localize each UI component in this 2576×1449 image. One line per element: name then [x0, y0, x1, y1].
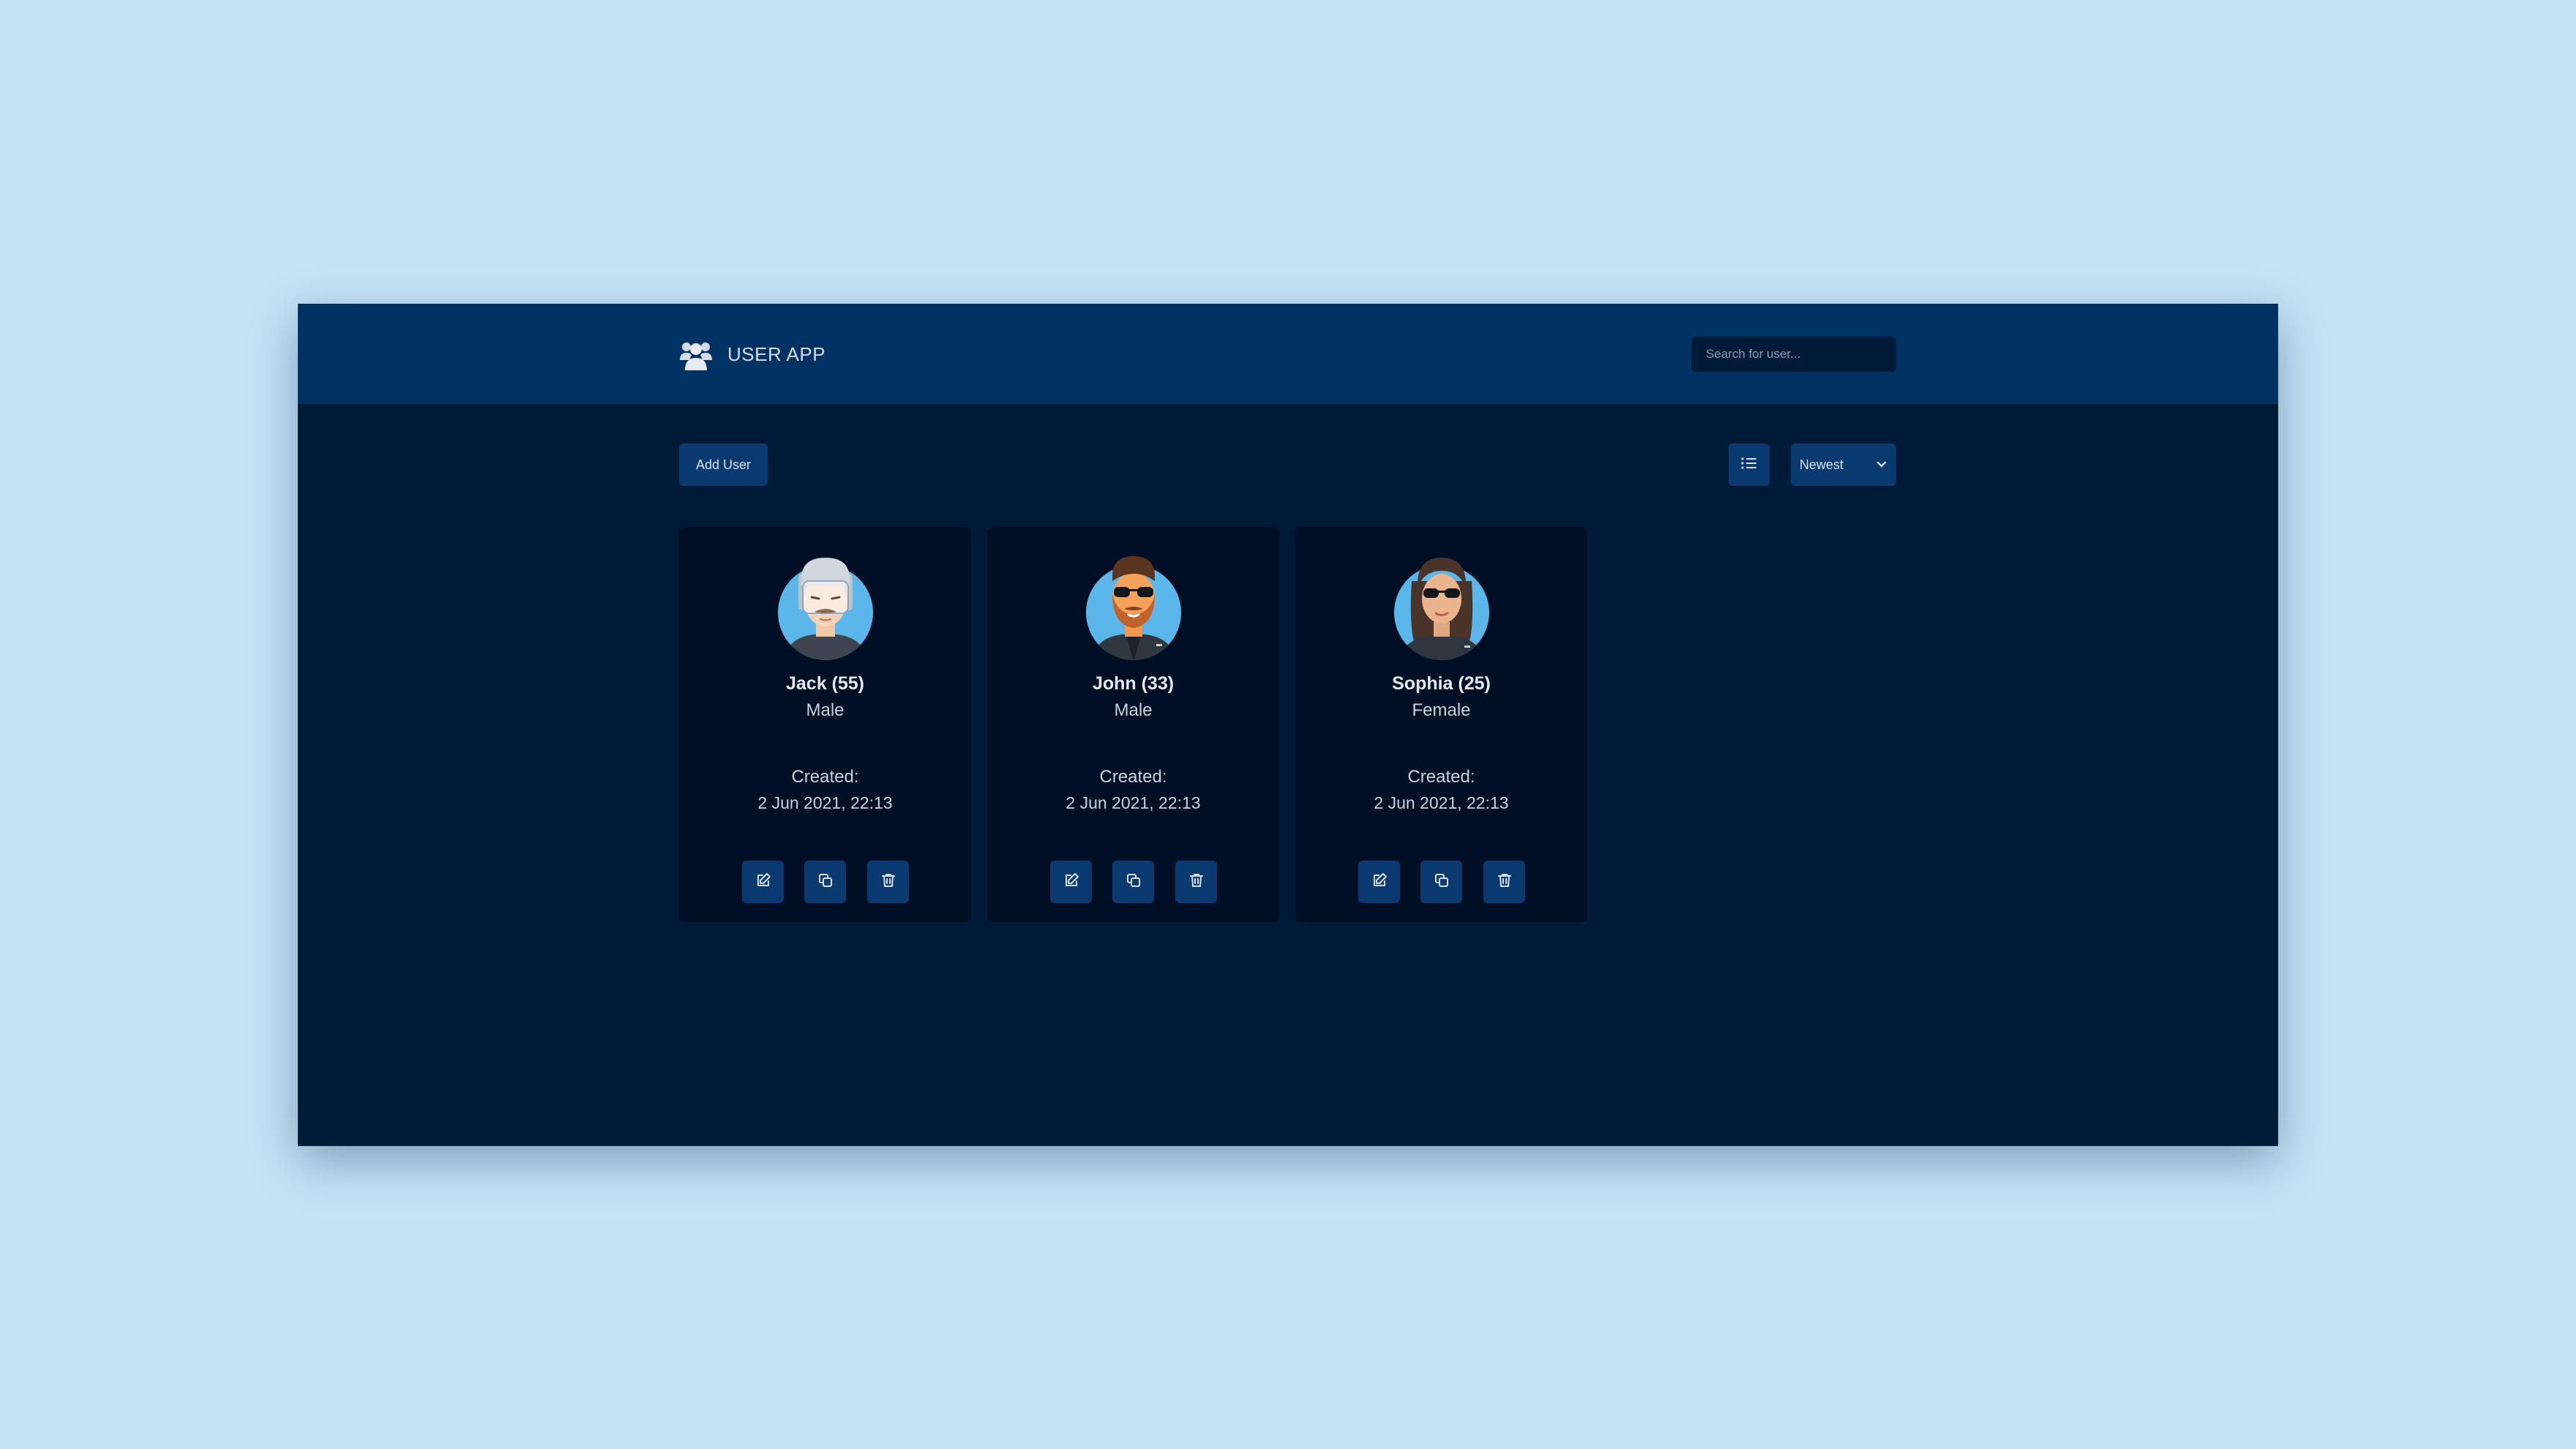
user-gender: Male [806, 700, 845, 720]
users-icon [679, 338, 713, 370]
copy-button[interactable] [1420, 861, 1462, 903]
edit-button[interactable] [1358, 861, 1400, 903]
search-input[interactable] [1691, 337, 1896, 372]
app-brand[interactable]: USER APP [679, 336, 825, 372]
user-name: John (33) [1092, 673, 1175, 694]
delete-button[interactable] [867, 861, 909, 903]
card-actions [1050, 861, 1217, 903]
user-gender: Male [1114, 700, 1153, 720]
user-name: Jack (55) [785, 673, 865, 694]
card-actions [1358, 861, 1525, 903]
user-name: Sophia (25) [1392, 673, 1491, 694]
edit-icon [1371, 872, 1388, 893]
created-label: Created: [1099, 767, 1167, 787]
user-card: Sophia (25) Female Created: 2 Jun 2021, … [1295, 527, 1587, 922]
created-label: Created: [1407, 767, 1475, 787]
old-man-avatar-icon [778, 552, 873, 660]
copy-icon [817, 872, 834, 893]
add-user-button[interactable]: Add User [679, 443, 768, 486]
user-card: John (33) Male Created: 2 Jun 2021, 22:1… [987, 527, 1279, 922]
delete-button[interactable] [1483, 861, 1525, 903]
bearded-man-sunglasses-avatar-icon [1086, 552, 1181, 660]
copy-button[interactable] [1112, 861, 1154, 903]
navbar: USER APP [298, 304, 2278, 404]
edit-button[interactable] [742, 861, 784, 903]
trash-icon [1496, 872, 1513, 893]
woman-sunglasses-avatar-icon [1394, 552, 1489, 660]
copy-icon [1125, 872, 1142, 893]
trash-icon [1188, 872, 1205, 893]
created-label: Created: [791, 767, 859, 787]
user-gender: Female [1412, 700, 1471, 720]
edit-icon [755, 872, 772, 893]
edit-icon [1063, 872, 1080, 893]
created-date: 2 Jun 2021, 22:13 [1374, 793, 1509, 812]
chevron-down-icon [1876, 457, 1887, 473]
card-actions [742, 861, 909, 903]
created-date: 2 Jun 2021, 22:13 [1066, 793, 1201, 812]
list-view-button[interactable] [1729, 443, 1770, 486]
list-icon [1740, 454, 1759, 476]
sort-value: Newest [1800, 457, 1844, 472]
trash-icon [880, 872, 897, 893]
copy-button[interactable] [804, 861, 846, 903]
sort-select[interactable]: Newest [1791, 443, 1896, 486]
copy-icon [1433, 872, 1450, 893]
edit-button[interactable] [1050, 861, 1092, 903]
app-title: USER APP [727, 342, 826, 365]
user-card: Jack (55) Male Created: 2 Jun 2021, 22:1… [679, 527, 971, 922]
created-date: 2 Jun 2021, 22:13 [757, 793, 893, 812]
app-window: USER APP Add User Newest [298, 304, 2278, 1146]
delete-button[interactable] [1175, 861, 1217, 903]
